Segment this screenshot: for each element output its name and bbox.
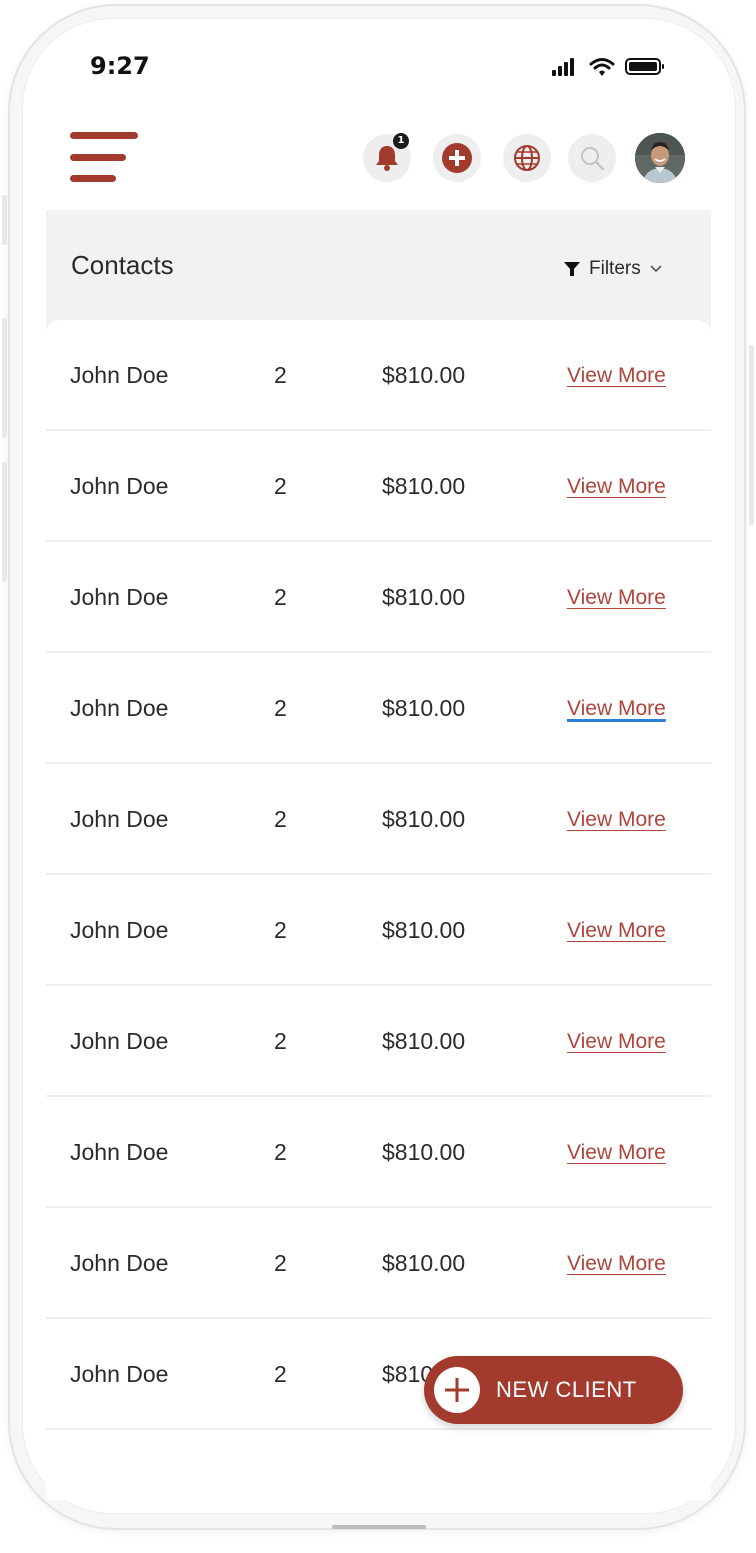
phone-side-button <box>2 195 7 245</box>
contact-name: John Doe <box>70 1361 169 1387</box>
contact-name: John Doe <box>70 584 169 610</box>
contact-name: John Doe <box>70 1139 169 1165</box>
bell-icon <box>376 146 398 171</box>
view-more-link[interactable]: View More <box>567 875 666 986</box>
view-more-link[interactable]: View More <box>567 431 666 542</box>
phone-side-button <box>2 462 7 582</box>
view-more-link[interactable]: View More <box>567 653 666 764</box>
page-title: Contacts <box>71 250 174 280</box>
signal-icon <box>552 58 664 76</box>
contact-count: 2 <box>274 584 287 610</box>
contact-name: John Doe <box>70 695 169 721</box>
table-row: John Doe 2 $810.00 View More <box>46 431 711 542</box>
new-client-button[interactable]: NEW CLIENT <box>424 1356 683 1424</box>
contact-count: 2 <box>274 1139 287 1165</box>
view-more-link[interactable]: View More <box>567 764 666 875</box>
contact-name: John Doe <box>70 473 169 499</box>
view-more-link[interactable]: View More <box>567 986 666 1097</box>
table-row: John Doe 2 $810.00 View More <box>46 986 711 1097</box>
table-row: John Doe 2 $810.00 View More <box>46 1208 711 1319</box>
filter-icon <box>564 262 580 276</box>
contact-amount: $810.00 <box>382 695 466 721</box>
status-icons <box>548 56 668 78</box>
contact-name: John Doe <box>70 1028 169 1054</box>
contact-name: John Doe <box>70 362 169 388</box>
contact-amount: $810.00 <box>382 806 466 832</box>
chevron-down-icon <box>650 265 662 273</box>
contact-count: 2 <box>274 695 287 721</box>
contact-amount: $810.00 <box>382 1250 466 1276</box>
table-row: John Doe 2 $810.00 View More <box>46 320 711 431</box>
table-row: John Doe 2 $810.00 View More <box>46 653 711 764</box>
battery-icon <box>625 58 664 75</box>
filters-label: Filters <box>589 258 641 279</box>
avatar[interactable] <box>635 133 685 183</box>
search-icon <box>581 147 605 171</box>
view-more-link[interactable]: View More <box>567 1097 666 1208</box>
language-button[interactable] <box>503 134 551 182</box>
add-icon <box>442 143 472 173</box>
avatar-image <box>635 133 685 183</box>
contact-name: John Doe <box>70 917 169 943</box>
search-button[interactable] <box>568 134 616 182</box>
plus-icon <box>434 1367 480 1413</box>
table-row: John Doe 2 $810.00 View More <box>46 1097 711 1208</box>
view-more-link[interactable]: View More <box>567 320 666 431</box>
contact-count: 2 <box>274 806 287 832</box>
contact-count: 2 <box>274 362 287 388</box>
contact-count: 2 <box>274 1361 287 1387</box>
wifi-icon <box>589 58 615 76</box>
phone-side-button <box>749 345 754 525</box>
contact-count: 2 <box>274 917 287 943</box>
contact-count: 2 <box>274 1028 287 1054</box>
contact-amount: $810.00 <box>382 584 466 610</box>
filters-button[interactable]: Filters <box>563 256 663 282</box>
table-row: John Doe 2 $810.00 View More <box>46 764 711 875</box>
table-row: John Doe 2 $810.00 View More <box>46 542 711 653</box>
contact-amount: $810.00 <box>382 473 466 499</box>
contact-amount: $810.00 <box>382 1028 466 1054</box>
new-client-label: NEW CLIENT <box>496 1377 637 1402</box>
contact-amount: $810.00 <box>382 362 466 388</box>
home-indicator <box>332 1525 426 1529</box>
contact-name: John Doe <box>70 806 169 832</box>
globe-icon <box>514 145 540 171</box>
contact-name: John Doe <box>70 1250 169 1276</box>
status-time: 9:27 <box>90 52 150 80</box>
phone-side-button <box>2 318 7 438</box>
contact-amount: $810.00 <box>382 1139 466 1165</box>
view-more-link[interactable]: View More <box>567 1208 666 1319</box>
table-row: John Doe 2 $810.00 View More <box>46 875 711 986</box>
menu-icon[interactable] <box>70 132 140 184</box>
notification-badge: 1 <box>393 133 409 149</box>
contact-amount: $810.00 <box>382 917 466 943</box>
add-button[interactable] <box>433 134 481 182</box>
view-more-link[interactable]: View More <box>567 542 666 653</box>
contact-count: 2 <box>274 1250 287 1276</box>
contacts-list: John Doe 2 $810.00 View More John Doe 2 … <box>46 320 711 1500</box>
contact-count: 2 <box>274 473 287 499</box>
